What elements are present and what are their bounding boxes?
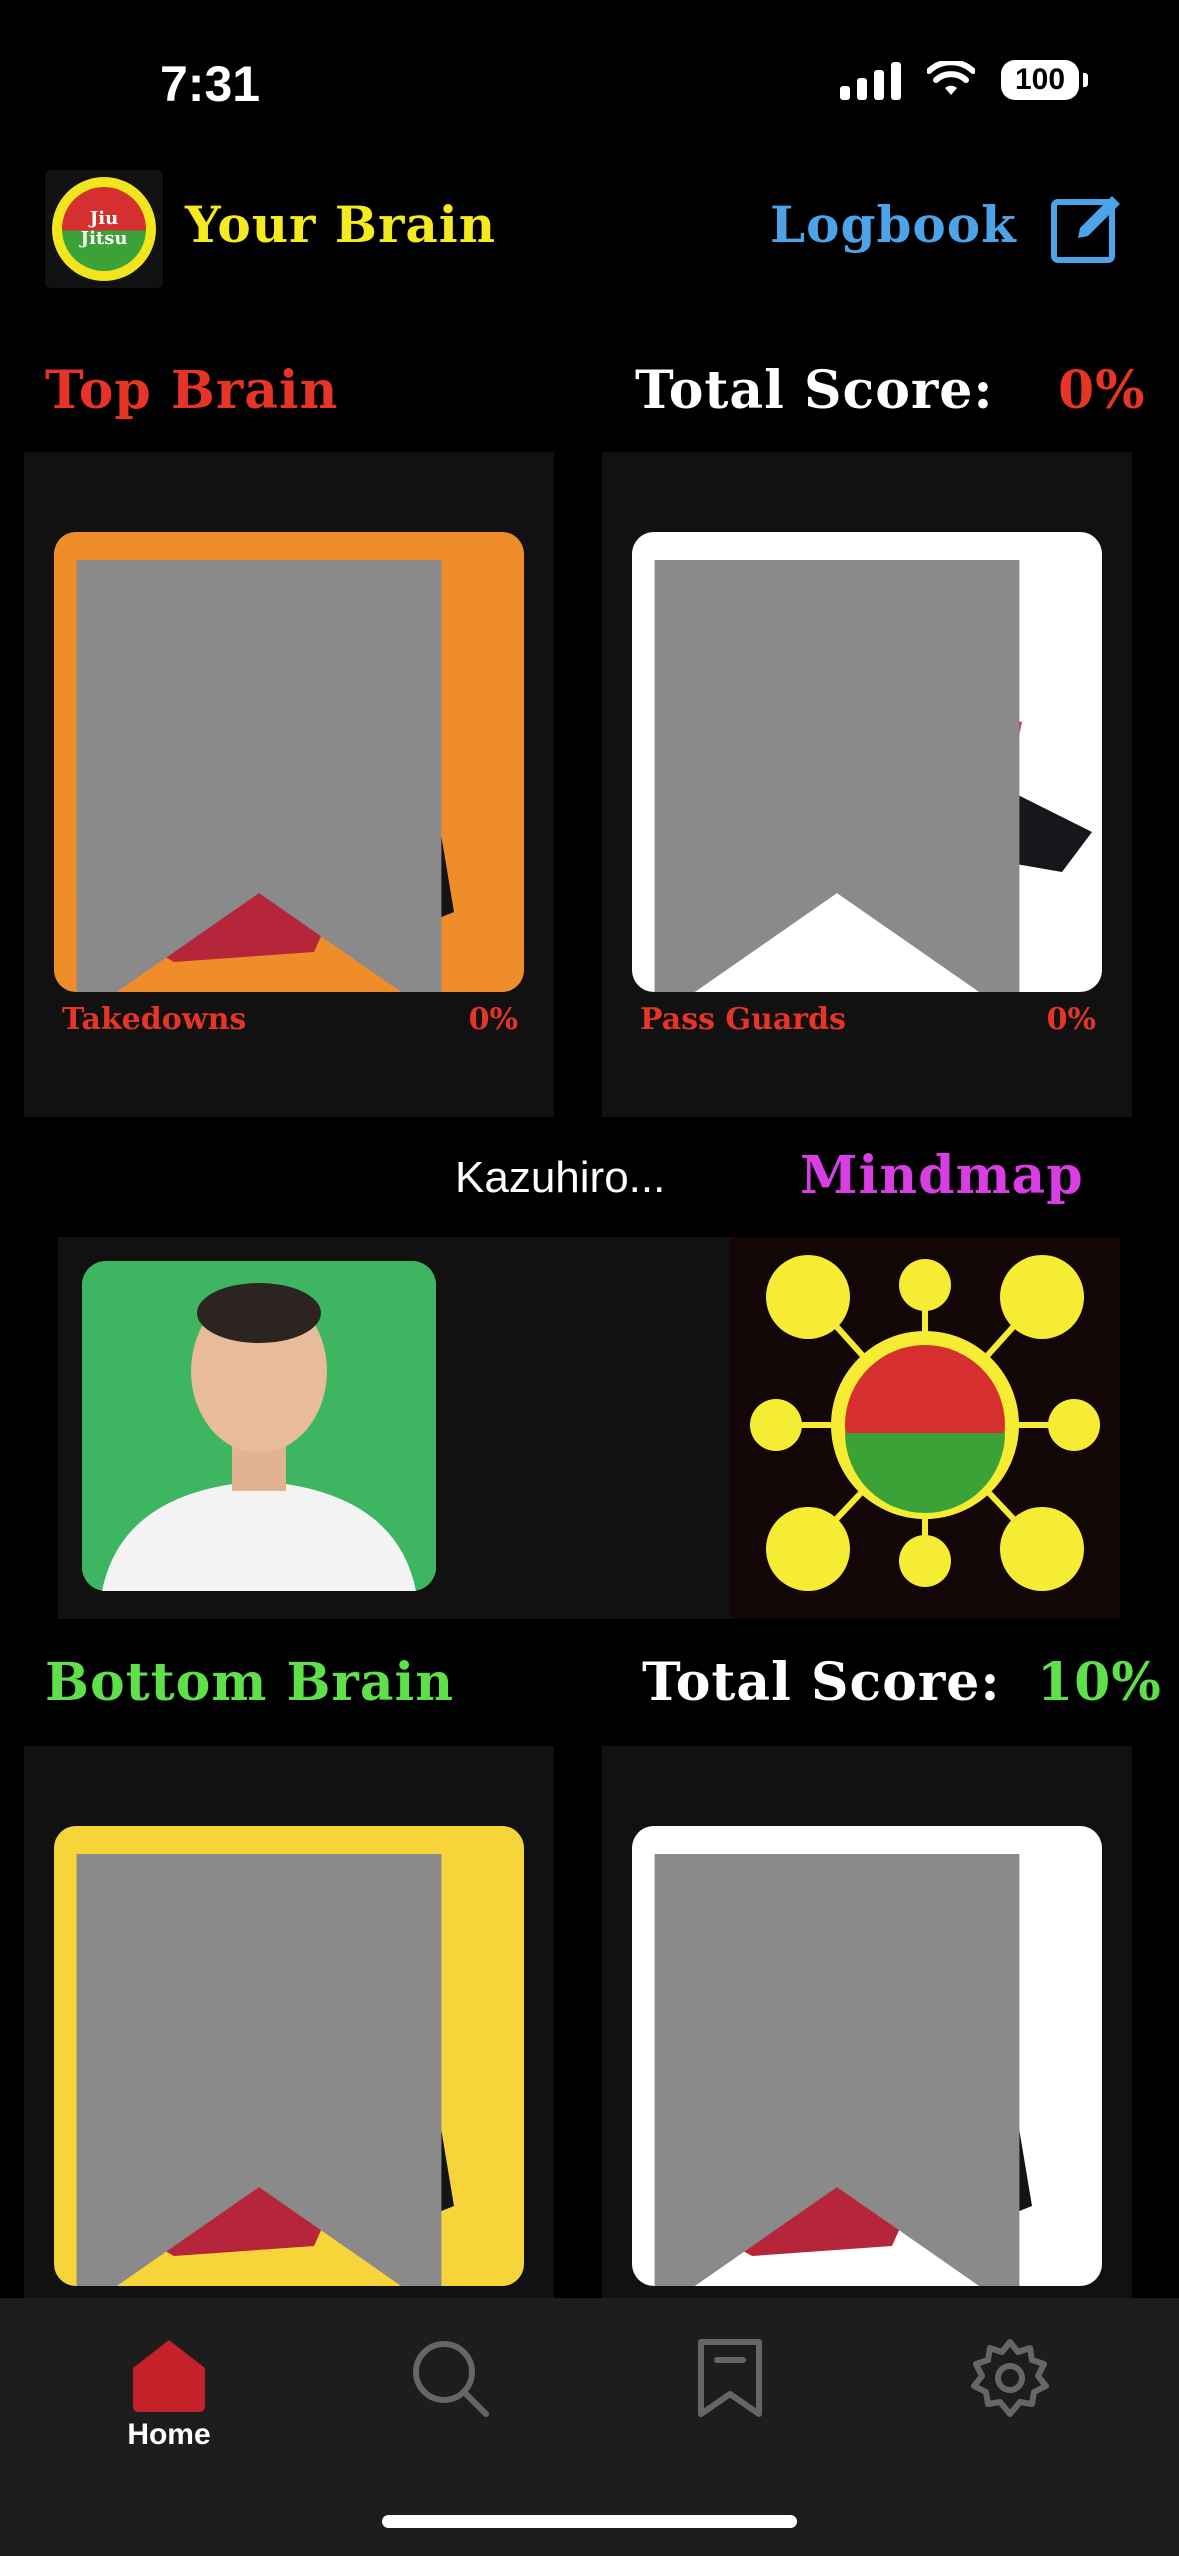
logo-text-jiu: Jiu [89, 208, 119, 229]
instructor-photo[interactable] [82, 1261, 436, 1591]
mindmap-label[interactable]: Mindmap [800, 1145, 1084, 1206]
settings-icon [971, 2339, 1049, 2417]
card-label: Takedowns [62, 1002, 247, 1037]
bookmark-icon [698, 2339, 762, 2417]
logbook-link[interactable]: Logbook [770, 195, 1017, 254]
instructor-mindmap-row [58, 1237, 1120, 1619]
takedowns-card[interactable]: Takedowns 0% [24, 452, 554, 1117]
bottom-card-2-image [632, 1826, 1102, 2286]
bottom-card-2[interactable] [602, 1746, 1132, 2306]
status-time: 7:31 [160, 56, 261, 112]
bookmark-icon[interactable] [54, 560, 494, 992]
bottom-brain-title: Bottom Brain [45, 1652, 455, 1713]
bottom-card-1[interactable] [24, 1746, 554, 2306]
card-percent: 0% [468, 1002, 518, 1037]
tab-home-label: Home [127, 2418, 211, 2451]
app-logo[interactable]: Jiu Jitsu [45, 170, 163, 288]
tab-bookmarks[interactable] [640, 2338, 820, 2418]
home-indicator [382, 2515, 797, 2528]
battery-icon: 100 [1001, 60, 1088, 100]
mindmap-icon [750, 1255, 1100, 1591]
cellular-signal-icon [840, 60, 901, 100]
page-title: Your Brain [185, 195, 497, 254]
bookmark-icon[interactable] [632, 1854, 1072, 2286]
edit-icon[interactable] [1050, 190, 1126, 266]
bottom-score-label: Total Score: [642, 1652, 1001, 1713]
top-score-value: 0% [1058, 360, 1146, 421]
pass-guards-card[interactable]: Pass Guards 0% [602, 452, 1132, 1117]
bottom-card-1-image [54, 1826, 524, 2286]
top-brain-title: Top Brain [45, 360, 339, 421]
status-icons: 100 [840, 60, 1088, 100]
card-label: Pass Guards [640, 1002, 846, 1037]
jiu-jitsu-brain-logo: Jiu Jitsu [52, 177, 156, 281]
bookmark-icon[interactable] [54, 1854, 494, 2286]
bottom-score-value: 10% [1037, 1652, 1162, 1713]
top-score-label: Total Score: [635, 360, 994, 421]
tab-home[interactable]: Home [79, 2338, 259, 2452]
tab-search[interactable] [360, 2338, 540, 2418]
search-icon [413, 2341, 489, 2417]
home-icon [133, 2340, 205, 2412]
tab-settings[interactable] [920, 2338, 1100, 2418]
wifi-icon [927, 61, 975, 95]
instructor-name: Kazuhiro... [455, 1153, 666, 1202]
logo-text-jitsu: Jitsu [80, 228, 128, 249]
pass-guards-image [632, 532, 1102, 992]
card-percent: 0% [1046, 1002, 1096, 1037]
mindmap-tile[interactable] [730, 1237, 1120, 1619]
takedowns-image [54, 532, 524, 992]
bookmark-icon[interactable] [632, 560, 1072, 992]
